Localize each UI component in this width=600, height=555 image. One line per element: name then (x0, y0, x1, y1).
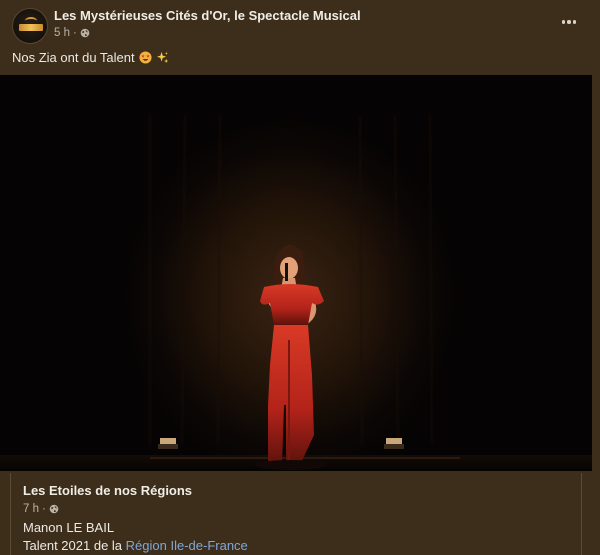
post-photo[interactable] (0, 75, 592, 471)
page-avatar[interactable] (12, 8, 48, 44)
stage-photo (0, 75, 592, 471)
sparkles-emoji (156, 51, 168, 64)
post-caption: Nos Zia ont du Talent (12, 50, 169, 65)
more-options-button[interactable] (558, 14, 580, 30)
shared-post-text-line1: Manon LE BAIL (23, 520, 115, 535)
more-options-dot (561, 20, 566, 24)
shared-page-name-link[interactable]: Les Etoiles de nos Régions (23, 483, 192, 498)
more-options-dot (572, 20, 577, 24)
post-meta: 5 h · (54, 27, 90, 39)
right-stage-light (384, 438, 404, 449)
globe-icon (80, 28, 90, 38)
caption-text: Nos Zia ont du Talent (12, 50, 135, 65)
region-link[interactable]: Région Ile-de-France (126, 538, 248, 553)
more-options-dot (567, 20, 571, 24)
shared-post-time[interactable]: 7 h (23, 503, 39, 515)
post-header: Les Mystérieuses Cités d'Or, le Spectacl… (12, 6, 588, 46)
shared-post-meta: 7 h · (23, 503, 59, 515)
shared-post-text-line2: Talent 2021 de la Région Ile-de-France (23, 538, 248, 553)
star-struck-emoji (139, 51, 152, 64)
meta-separator: · (73, 27, 77, 39)
left-stage-light (158, 438, 178, 449)
facebook-post: Les Mystérieuses Cités d'Or, le Spectacl… (0, 0, 600, 555)
shared-text-prefix: Talent 2021 de la (23, 538, 123, 553)
avatar-logo (19, 24, 43, 31)
photo-edge (592, 75, 600, 471)
post-time[interactable]: 5 h (54, 27, 70, 39)
shared-post-card[interactable]: Les Etoiles de nos Régions 7 h · Manon L… (10, 473, 582, 555)
page-name-link[interactable]: Les Mystérieuses Cités d'Or, le Spectacl… (54, 8, 361, 23)
globe-icon (49, 504, 59, 514)
meta-separator: · (42, 503, 46, 515)
